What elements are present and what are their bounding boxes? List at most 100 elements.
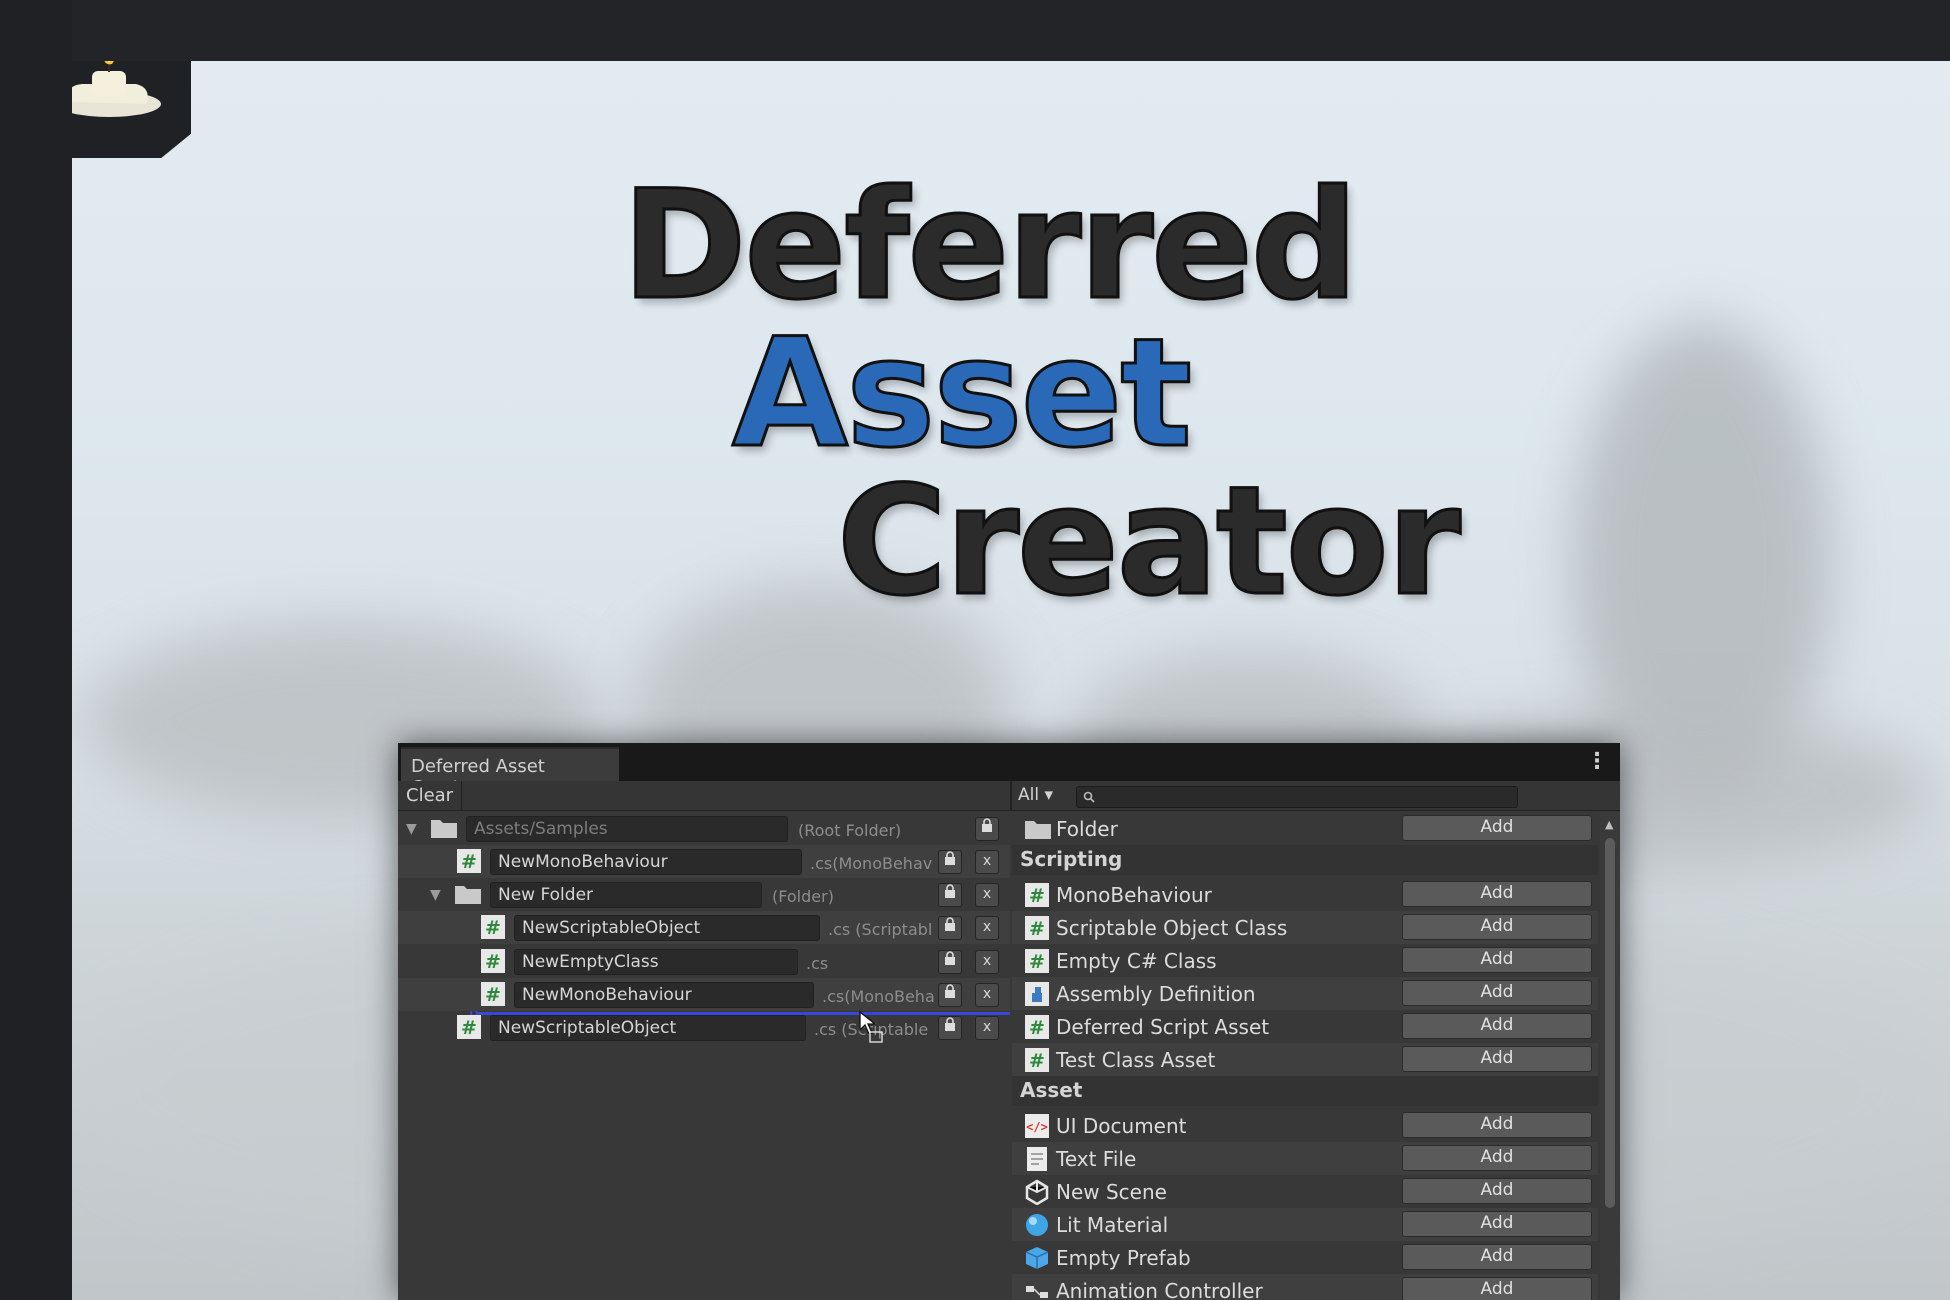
asset-name-field[interactable]: NewMonoBehaviour	[490, 849, 802, 875]
lock-icon	[945, 1017, 955, 1031]
window-tab-bar: Deferred Asset Creator ⋮	[398, 743, 1620, 798]
lock-icon	[945, 951, 955, 965]
catalog-row-folder: Folder Add	[1012, 812, 1598, 845]
asset-name-field[interactable]: NewMonoBehaviour	[514, 982, 814, 1008]
catalog-row: Text File Add	[1012, 1142, 1598, 1175]
remove-button[interactable]: x	[975, 850, 999, 874]
add-button[interactable]: Add	[1402, 914, 1592, 940]
catalog-row: Lit Material Add	[1012, 1208, 1598, 1241]
folder-icon	[455, 886, 481, 904]
catalog-item-label: Animation Controller	[1056, 1279, 1263, 1300]
expand-triangle-icon[interactable]: ▼	[430, 887, 441, 903]
svg-text:#: #	[1029, 1017, 1045, 1039]
catalog-row: # Empty C# Class Add	[1012, 944, 1598, 977]
add-button[interactable]: Add	[1402, 1277, 1592, 1300]
remove-button[interactable]: x	[975, 916, 999, 940]
add-button[interactable]: Add	[1402, 1211, 1592, 1237]
toolbar: Clear All ▾	[398, 781, 1620, 811]
title-creator: Creator	[836, 455, 1463, 629]
assembly-definition-icon	[1025, 982, 1049, 1006]
lock-button[interactable]	[938, 983, 962, 1007]
asset-name-field[interactable]: NewEmptyClass	[514, 949, 798, 975]
csharp-script-icon: #	[1025, 949, 1049, 973]
lock-icon	[945, 917, 955, 931]
asset-type-label: (Root Folder)	[798, 821, 902, 840]
add-button[interactable]: Add	[1402, 1244, 1592, 1270]
lock-button[interactable]	[938, 950, 962, 974]
catalog-item-label: Test Class Asset	[1056, 1048, 1216, 1072]
tree-row: # NewScriptableObject .cs (Scriptabl x	[398, 911, 1010, 944]
catalog-scrollbar[interactable]: ▲	[1600, 812, 1620, 1300]
asset-type-label: .cs(MonoBeha	[822, 987, 935, 1006]
lock-button[interactable]	[938, 850, 962, 874]
csharp-script-icon: #	[481, 915, 505, 939]
search-input[interactable]	[1076, 786, 1518, 808]
remove-button[interactable]: x	[975, 883, 999, 907]
lock-icon	[982, 818, 992, 832]
add-button[interactable]: Add	[1402, 1013, 1592, 1039]
path-field[interactable]: Assets/Samples	[466, 816, 788, 842]
tree-row: ▼ Assets/Samples (Root Folder)	[398, 812, 1010, 845]
prefab-cube-icon	[1025, 1247, 1049, 1269]
tree-row: ▼ New Folder (Folder) x	[398, 878, 1010, 911]
svg-text:#: #	[1029, 1050, 1045, 1072]
add-button[interactable]: Add	[1402, 1046, 1592, 1072]
remove-button[interactable]: x	[975, 950, 999, 974]
filter-dropdown[interactable]: All ▾	[1018, 785, 1053, 805]
lock-button[interactable]	[938, 883, 962, 907]
lock-icon	[945, 984, 955, 998]
svg-text:#: #	[1029, 918, 1045, 940]
clear-button[interactable]: Clear	[398, 781, 463, 811]
add-button[interactable]: Add	[1402, 815, 1592, 841]
csharp-script-icon: #	[1025, 1015, 1049, 1039]
tree-row: # NewMonoBehaviour .cs(MonoBehav x	[398, 845, 1010, 878]
asset-name-field[interactable]: New Folder	[490, 882, 762, 908]
tree-row: # NewScriptableObject .cs (Scriptable x	[398, 1011, 1010, 1044]
scroll-thumb[interactable]	[1605, 838, 1615, 1208]
csharp-script-icon: #	[1025, 883, 1049, 907]
expand-triangle-icon[interactable]: ▼	[406, 821, 417, 837]
csharp-script-icon: #	[1025, 1048, 1049, 1072]
pending-assets-tree: ▼ Assets/Samples (Root Folder) # NewMono…	[398, 812, 1010, 1300]
scroll-up-arrow-icon[interactable]: ▲	[1605, 818, 1613, 831]
asset-name-field[interactable]: NewScriptableObject	[514, 915, 820, 941]
lock-button[interactable]	[938, 1016, 962, 1040]
asset-name-field[interactable]: NewScriptableObject	[490, 1015, 806, 1041]
title-asset: Asset	[730, 307, 1193, 481]
svg-text:#: #	[461, 1017, 477, 1039]
add-button[interactable]: Add	[1402, 947, 1592, 973]
catalog-item-label: Text File	[1056, 1147, 1137, 1171]
add-button[interactable]: Add	[1402, 1145, 1592, 1171]
remove-button[interactable]: x	[975, 1016, 999, 1040]
svg-text:#: #	[485, 984, 501, 1006]
logo-box	[72, 61, 191, 158]
add-button[interactable]: Add	[1402, 1178, 1592, 1204]
kebab-menu-icon[interactable]: ⋮	[1586, 749, 1608, 774]
asset-type-label: .cs	[806, 954, 829, 973]
catalog-item-label: New Scene	[1056, 1180, 1167, 1204]
csharp-script-icon: #	[481, 949, 505, 973]
window-tab[interactable]: Deferred Asset Creator	[401, 747, 619, 798]
top-bar	[0, 0, 1950, 61]
pane-splitter[interactable]	[1010, 781, 1012, 810]
catalog-item-label: Empty Prefab	[1056, 1246, 1191, 1270]
remove-button[interactable]: x	[975, 983, 999, 1007]
catalog-item-label: Scriptable Object Class	[1056, 916, 1288, 940]
animator-icon	[1026, 1286, 1048, 1298]
asset-catalog: Folder Add Scripting # MonoBehaviour Add…	[1012, 812, 1620, 1300]
add-button[interactable]: Add	[1402, 980, 1592, 1006]
add-button[interactable]: Add	[1402, 1112, 1592, 1138]
catalog-item-label: UI Document	[1056, 1114, 1187, 1138]
lock-button[interactable]	[975, 817, 999, 841]
deferred-asset-creator-window: Deferred Asset Creator ⋮ Clear All ▾ ▼ A…	[398, 743, 1620, 1300]
lock-button[interactable]	[938, 916, 962, 940]
catalog-row: # Scriptable Object Class Add	[1012, 911, 1598, 944]
csharp-script-icon: #	[457, 1015, 481, 1039]
csharp-script-icon: #	[481, 982, 505, 1006]
material-sphere-icon	[1026, 1214, 1048, 1236]
add-button[interactable]: Add	[1402, 881, 1592, 907]
asset-type-label: (Folder)	[772, 887, 834, 906]
lock-icon	[945, 851, 955, 865]
ui-document-icon: </>	[1025, 1114, 1049, 1138]
unity-scene-icon	[1025, 1179, 1049, 1205]
